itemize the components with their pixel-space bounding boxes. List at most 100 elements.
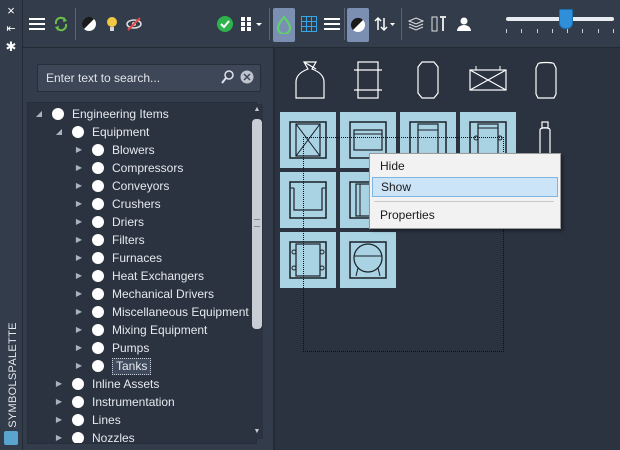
visibility-dot-icon[interactable] [72, 414, 84, 426]
menu-item-label: Properties [380, 208, 435, 222]
collapsed-chevron-icon[interactable]: ▶ [54, 375, 64, 393]
tree-node[interactable]: ◢ Equipment [28, 123, 256, 141]
tree-node[interactable]: ▶ Nozzles [28, 429, 256, 443]
symbol-set-icon[interactable] [273, 8, 295, 42]
text-icon[interactable] [430, 10, 450, 38]
visibility-dot-icon[interactable] [92, 180, 104, 192]
search-icon[interactable] [221, 70, 235, 84]
tree-node[interactable]: ▶ Compressors [28, 159, 256, 177]
scroll-up-icon[interactable]: ▲ [251, 104, 263, 116]
tree-node[interactable]: ▶ Lines [28, 411, 256, 429]
scroll-down-icon[interactable]: ▼ [251, 426, 263, 438]
menu-item-hide[interactable]: Hide [372, 156, 556, 176]
menu-icon[interactable] [27, 10, 47, 38]
tree-node[interactable]: ▶ Instrumentation [28, 393, 256, 411]
menu-item-properties[interactable]: Properties [372, 205, 556, 225]
symbol-horizontal-box[interactable] [460, 52, 516, 108]
tree-node-label: Conveyors [112, 179, 170, 193]
layers-icon[interactable] [407, 10, 425, 38]
visibility-dot-icon[interactable] [92, 162, 104, 174]
visibility-dot-icon[interactable] [52, 108, 64, 120]
search-input[interactable] [46, 69, 206, 87]
visibility-dot-icon[interactable] [92, 324, 104, 336]
visibility-dot-icon[interactable] [92, 288, 104, 300]
collapsed-chevron-icon[interactable]: ▶ [74, 141, 84, 159]
user-icon[interactable] [454, 10, 474, 38]
check-icon[interactable] [215, 10, 235, 38]
symbol-octagon-vessel[interactable] [400, 52, 456, 108]
tree-node[interactable]: ▶ Mixing Equipment [28, 321, 256, 339]
tree-node[interactable]: ▶ Furnaces [28, 249, 256, 267]
tree-node[interactable]: ▶ Tanks [28, 357, 256, 375]
visibility-dot-icon[interactable] [92, 306, 104, 318]
visibility-dot-icon[interactable] [92, 234, 104, 246]
tree-node[interactable]: ▶ Heat Exchangers [28, 267, 256, 285]
symbol-bag-tank[interactable] [282, 52, 338, 108]
collapsed-chevron-icon[interactable]: ▶ [74, 321, 84, 339]
sort-icon[interactable] [372, 10, 398, 38]
visibility-dot-icon[interactable] [92, 342, 104, 354]
clear-search-icon[interactable] [240, 70, 254, 84]
visibility-dot-icon[interactable] [92, 252, 104, 264]
tree-node-label: Filters [112, 233, 145, 247]
tree-node[interactable]: ▶ Mechanical Drivers [28, 285, 256, 303]
lightbulb-icon[interactable] [103, 10, 121, 38]
collapsed-chevron-icon[interactable]: ▶ [54, 393, 64, 411]
collapsed-chevron-icon[interactable]: ▶ [74, 249, 84, 267]
grid-dropdown-icon[interactable] [239, 10, 265, 38]
palette-sidebar: × ⇤ ✱ SYMBOLSPALETTE [0, 0, 23, 450]
close-icon[interactable]: × [3, 4, 19, 18]
palette-properties-icon[interactable] [4, 431, 18, 445]
visibility-dot-icon[interactable] [72, 396, 84, 408]
expanded-chevron-icon[interactable]: ◢ [54, 123, 64, 141]
visibility-dot-icon[interactable] [92, 360, 104, 372]
symbol-vertical-vessel[interactable] [340, 52, 396, 108]
tree-node-label: Inline Assets [92, 377, 160, 391]
collapsed-chevron-icon[interactable]: ▶ [74, 357, 84, 375]
tree-node[interactable]: ▶ Conveyors [28, 177, 256, 195]
pin-icon[interactable]: ⇤ [3, 22, 19, 36]
refresh-icon[interactable] [51, 10, 71, 38]
tree-node[interactable]: ▶ Filters [28, 231, 256, 249]
visibility-dot-icon[interactable] [72, 378, 84, 390]
collapsed-chevron-icon[interactable]: ▶ [74, 195, 84, 213]
collapsed-chevron-icon[interactable]: ▶ [54, 429, 64, 443]
collapsed-chevron-icon[interactable]: ▶ [74, 339, 84, 357]
tree-node[interactable]: ▶ Pumps [28, 339, 256, 357]
contrast-icon[interactable] [79, 10, 99, 38]
settings-icon[interactable]: ✱ [3, 40, 19, 54]
table-view-icon[interactable] [299, 10, 319, 38]
collapsed-chevron-icon[interactable]: ▶ [74, 213, 84, 231]
menu-item-label: Hide [380, 159, 405, 173]
tree-node-label: Compressors [112, 161, 184, 175]
hide-icon[interactable] [124, 10, 144, 38]
theme-icon[interactable] [347, 8, 369, 42]
visibility-dot-icon[interactable] [92, 198, 104, 210]
collapsed-chevron-icon[interactable]: ▶ [74, 303, 84, 321]
symbol-rounded-vessel[interactable] [518, 52, 574, 108]
menu-item-show[interactable]: Show [372, 177, 558, 197]
tree-node[interactable]: ▶ Driers [28, 213, 256, 231]
zoom-slider-thumb[interactable] [559, 9, 574, 29]
collapsed-chevron-icon[interactable]: ▶ [74, 159, 84, 177]
visibility-dot-icon[interactable] [92, 144, 104, 156]
visibility-dot-icon[interactable] [92, 216, 104, 228]
visibility-dot-icon[interactable] [72, 432, 84, 443]
tree-node[interactable]: ▶ Blowers [28, 141, 256, 159]
collapsed-chevron-icon[interactable]: ▶ [74, 177, 84, 195]
tree-node[interactable]: ◢ Engineering Items [28, 105, 256, 123]
visibility-dot-icon[interactable] [72, 126, 84, 138]
collapsed-chevron-icon[interactable]: ▶ [74, 231, 84, 249]
collapsed-chevron-icon[interactable]: ▶ [74, 267, 84, 285]
tree-node[interactable]: ▶ Crushers [28, 195, 256, 213]
expanded-chevron-icon[interactable]: ◢ [34, 105, 44, 123]
scrollbar-thumb[interactable] [252, 119, 262, 329]
visibility-dot-icon[interactable] [92, 270, 104, 282]
tree-node-label: Miscellaneous Equipment [112, 305, 249, 319]
tree-node[interactable]: ▶ Miscellaneous Equipment [28, 303, 256, 321]
list-view-icon[interactable] [323, 10, 341, 38]
tree-node[interactable]: ▶ Inline Assets [28, 375, 256, 393]
collapsed-chevron-icon[interactable]: ▶ [74, 285, 84, 303]
collapsed-chevron-icon[interactable]: ▶ [54, 411, 64, 429]
tree-scrollbar[interactable]: ▲ ▼ [251, 104, 263, 439]
